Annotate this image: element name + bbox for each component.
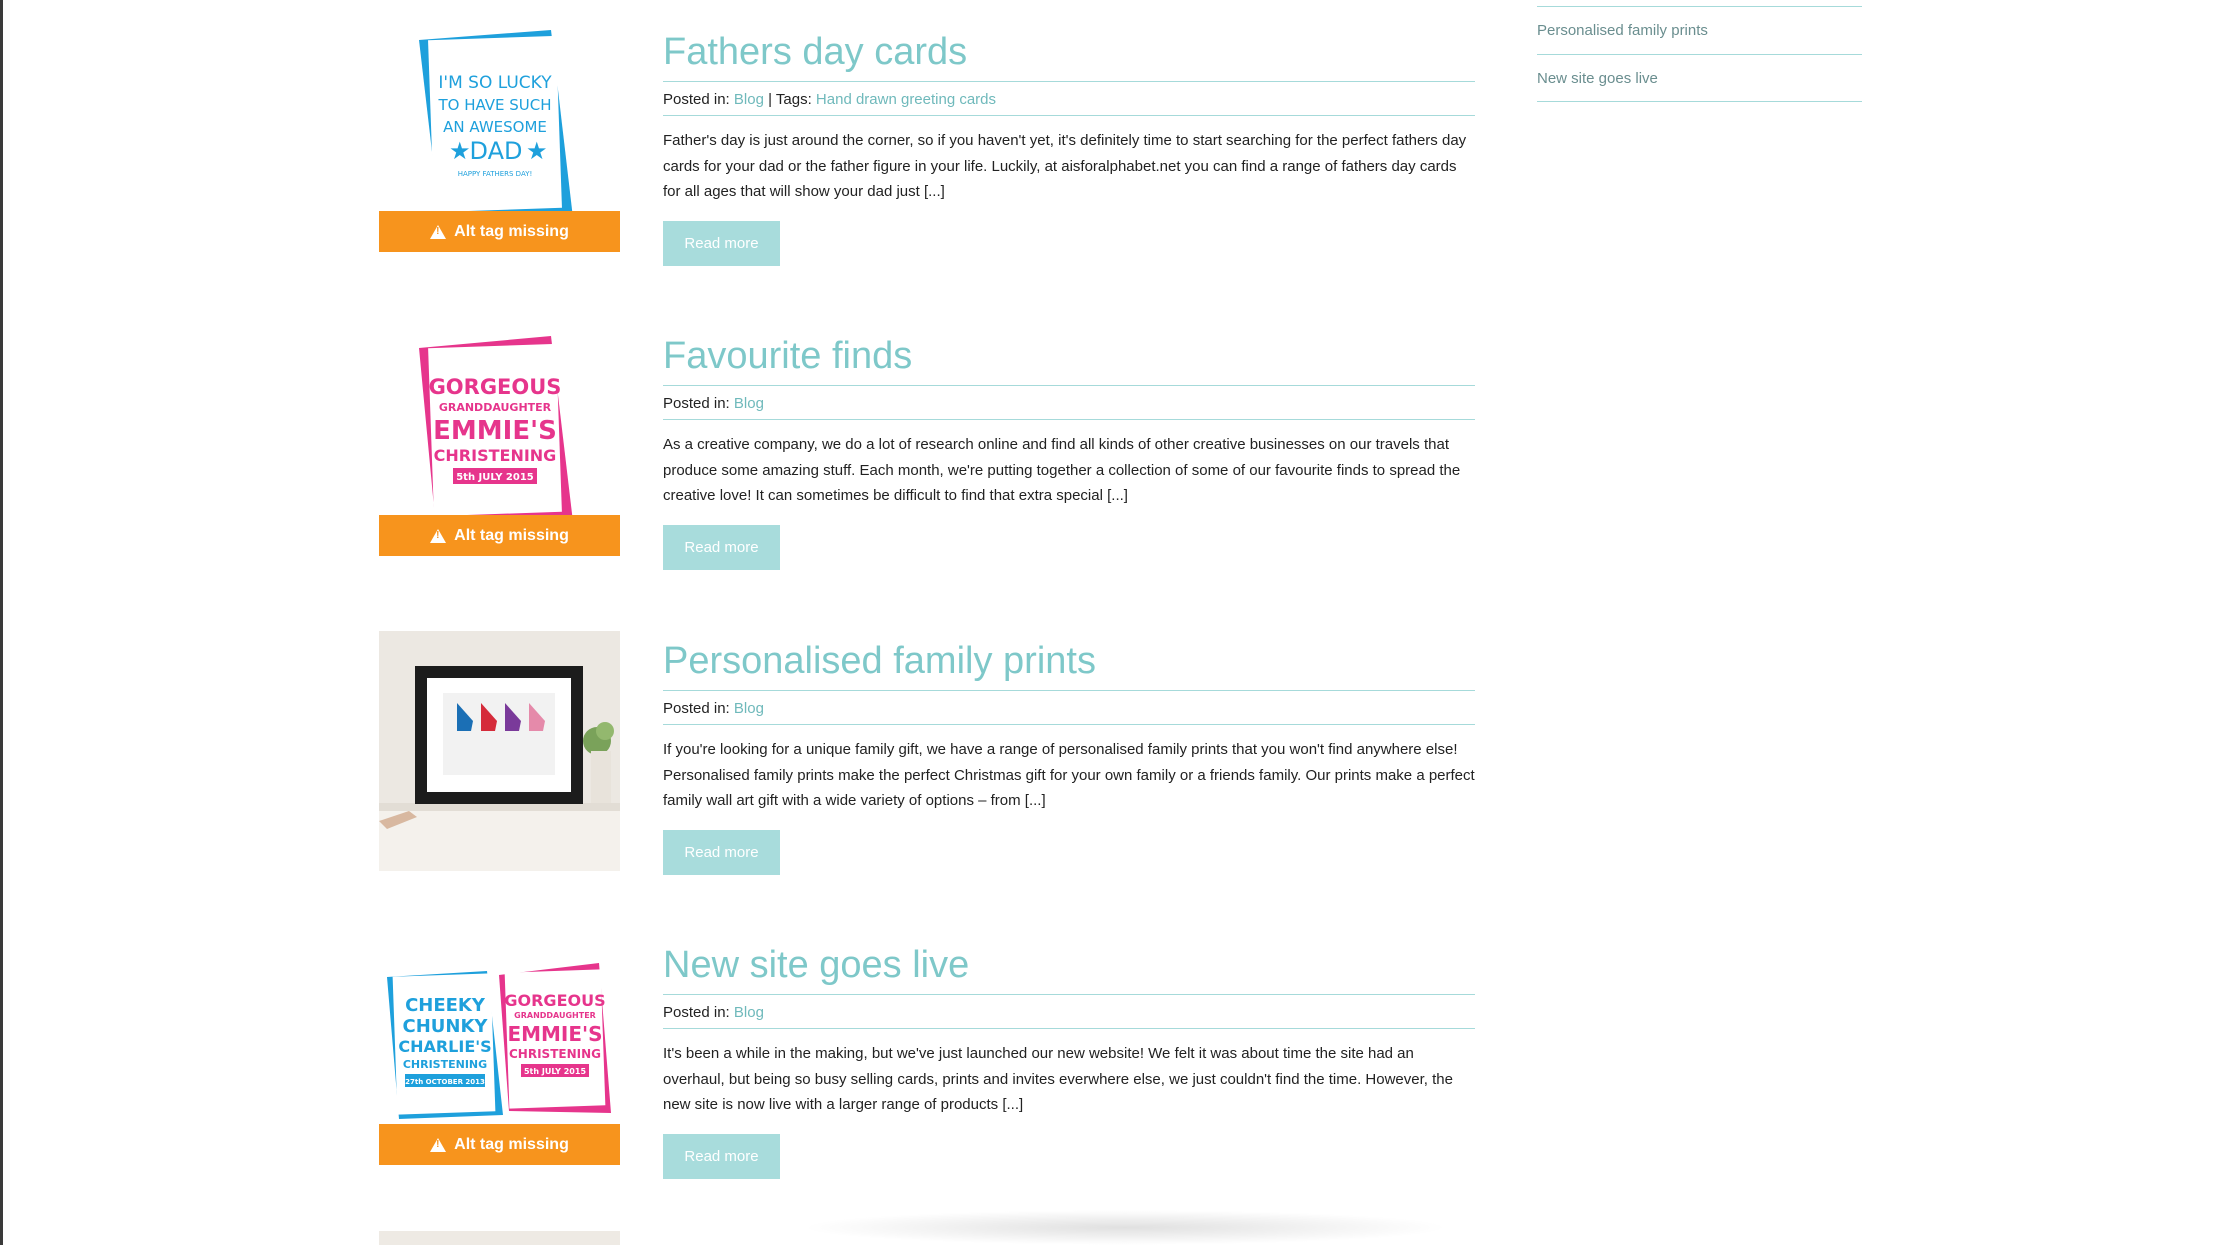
- svg-text:27th OCTOBER 2013: 27th OCTOBER 2013: [405, 1078, 485, 1086]
- svg-text:CHRISTENING: CHRISTENING: [434, 446, 557, 465]
- sidebar-recent-posts: Personalised family prints New site goes…: [1537, 6, 1862, 102]
- svg-text:★: ★: [449, 137, 471, 165]
- post-meta: Posted in: Blog: [663, 388, 1475, 420]
- posted-in-label: Posted in:: [663, 91, 730, 108]
- post-title[interactable]: Favourite finds: [663, 326, 1475, 386]
- post-thumbnail[interactable]: I'M SO LUCKY TO HAVE SUCH AN AWESOME DAD…: [379, 22, 620, 262]
- svg-text:★: ★: [526, 137, 548, 165]
- fathers-day-card-image: I'M SO LUCKY TO HAVE SUCH AN AWESOME DAD…: [419, 30, 573, 218]
- read-more-button[interactable]: Read more: [663, 829, 780, 875]
- svg-text:GORGEOUS: GORGEOUS: [429, 375, 562, 399]
- read-more-button[interactable]: Read more: [663, 1133, 780, 1179]
- svg-text:GRANDDAUGHTER: GRANDDAUGHTER: [439, 401, 552, 414]
- svg-text:HAPPY FATHERS DAY!: HAPPY FATHERS DAY!: [458, 170, 533, 178]
- category-link[interactable]: Blog: [734, 91, 764, 108]
- alt-warning-label: Alt tag missing: [454, 526, 569, 544]
- posted-in-label: Posted in:: [663, 395, 730, 412]
- bottom-shadow: [800, 1210, 1450, 1245]
- warning-icon: [430, 224, 447, 239]
- svg-text:GRANDDAUGHTER: GRANDDAUGHTER: [514, 1011, 596, 1020]
- posted-in-label: Posted in:: [663, 1004, 730, 1021]
- next-post-thumbnail[interactable]: [379, 1231, 620, 1245]
- svg-text:GORGEOUS: GORGEOUS: [504, 991, 605, 1010]
- sidebar-item-personalised-family-prints[interactable]: Personalised family prints: [1537, 6, 1862, 54]
- christening-cards-pair-image: CHEEKY CHUNKY CHARLIE'S CHRISTENING 27th…: [387, 963, 611, 1119]
- svg-text:CHEEKY: CHEEKY: [405, 995, 486, 1016]
- post-thumbnail[interactable]: GORGEOUS GRANDDAUGHTER EMMIE'S CHRISTENI…: [379, 326, 620, 566]
- alt-warning-label: Alt tag missing: [454, 1135, 569, 1153]
- post-fathers-day-cards: I'M SO LUCKY TO HAVE SUCH AN AWESOME DAD…: [379, 22, 1475, 282]
- svg-text:EMMIE'S: EMMIE'S: [433, 416, 557, 446]
- christening-card-image: GORGEOUS GRANDDAUGHTER EMMIE'S CHRISTENI…: [419, 336, 573, 522]
- alt-tag-missing-warning: Alt tag missing: [379, 211, 620, 252]
- warning-icon: [430, 1137, 447, 1152]
- alt-tag-missing-warning: Alt tag missing: [379, 1124, 620, 1165]
- svg-text:AN AWESOME: AN AWESOME: [443, 118, 547, 136]
- post-excerpt: If you're looking for a unique family gi…: [663, 741, 1475, 809]
- svg-text:CHUNKY: CHUNKY: [403, 1016, 489, 1037]
- category-link[interactable]: Blog: [734, 700, 764, 717]
- svg-text:DAD: DAD: [470, 137, 523, 165]
- svg-text:TO HAVE SUCH: TO HAVE SUCH: [437, 96, 551, 114]
- post-thumbnail[interactable]: CHEEKY CHUNKY CHARLIE'S CHRISTENING 27th…: [379, 935, 620, 1175]
- post-meta: Posted in: Blog: [663, 997, 1475, 1029]
- post-favourite-finds: GORGEOUS GRANDDAUGHTER EMMIE'S CHRISTENI…: [379, 326, 1475, 586]
- window-edge: [0, 0, 3, 1245]
- read-more-button[interactable]: Read more: [663, 524, 780, 570]
- post-excerpt: Father's day is just around the corner, …: [663, 132, 1467, 200]
- category-link[interactable]: Blog: [734, 1004, 764, 1021]
- post-title[interactable]: Personalised family prints: [663, 631, 1475, 691]
- tags-label: | Tags:: [768, 91, 812, 108]
- post-meta: Posted in: Blog: [663, 693, 1475, 725]
- post-title[interactable]: Fathers day cards: [663, 22, 1475, 82]
- svg-text:CHRISTENING: CHRISTENING: [403, 1058, 487, 1071]
- post-thumbnail[interactable]: [379, 631, 620, 871]
- post-title[interactable]: New site goes live: [663, 935, 1475, 995]
- warning-icon: [430, 528, 447, 543]
- svg-text:5th JULY 2015: 5th JULY 2015: [524, 1067, 586, 1076]
- posted-in-label: Posted in:: [663, 700, 730, 717]
- sidebar-item-new-site-goes-live[interactable]: New site goes live: [1537, 54, 1862, 102]
- svg-text:EMMIE'S: EMMIE'S: [507, 1022, 602, 1046]
- post-excerpt: It's been a while in the making, but we'…: [663, 1045, 1453, 1113]
- family-print-photo: [379, 631, 620, 871]
- card-line-1: I'M SO LUCKY: [438, 73, 552, 93]
- post-meta: Posted in: Blog | Tags: Hand drawn greet…: [663, 84, 1475, 116]
- svg-text:CHARLIE'S: CHARLIE'S: [398, 1037, 491, 1056]
- alt-tag-missing-warning: Alt tag missing: [379, 515, 620, 556]
- category-link[interactable]: Blog: [734, 395, 764, 412]
- post-new-site-goes-live: CHEEKY CHUNKY CHARLIE'S CHRISTENING 27th…: [379, 935, 1475, 1195]
- tag-link[interactable]: Hand drawn greeting cards: [816, 91, 996, 108]
- svg-text:CHRISTENING: CHRISTENING: [509, 1047, 601, 1061]
- alt-warning-label: Alt tag missing: [454, 222, 569, 240]
- svg-text:5th JULY 2015: 5th JULY 2015: [456, 472, 534, 483]
- post-personalised-family-prints: Personalised family prints Posted in: Bl…: [379, 631, 1475, 891]
- read-more-button[interactable]: Read more: [663, 220, 780, 266]
- post-excerpt: As a creative company, we do a lot of re…: [663, 436, 1461, 504]
